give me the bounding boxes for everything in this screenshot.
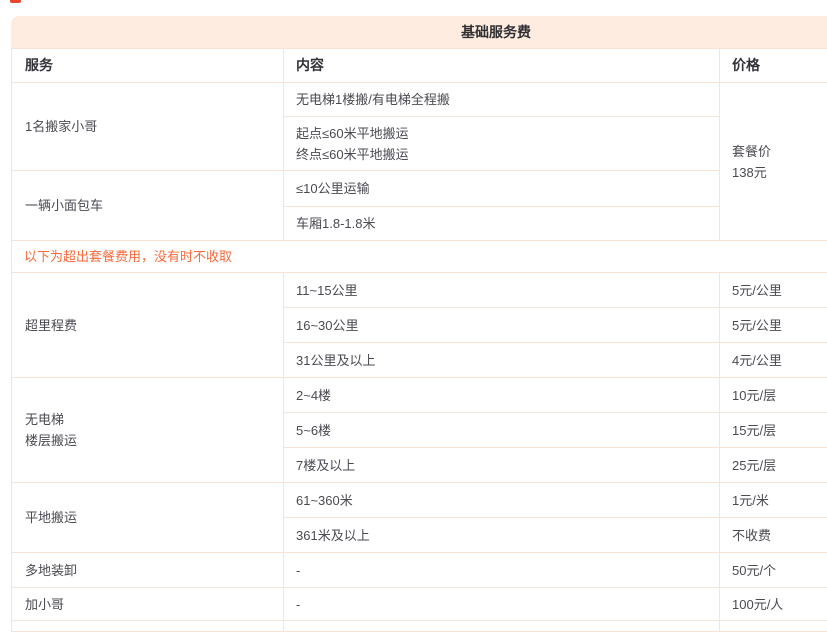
content-cell: 361米及以上	[284, 518, 720, 553]
content-cell: 31公里及以上	[284, 343, 720, 378]
table-row: 一辆小面包车 ≤10公里运输	[12, 171, 827, 207]
basic-service-fee-table: 基础服务费 服务 内容 价格 1名搬家小哥 无电梯1楼搬/有电梯全程搬 套餐价 …	[11, 16, 827, 632]
service-cell-extra-mover: 加小哥	[12, 588, 284, 621]
content-cell: -	[284, 588, 720, 621]
price-cell: 50元/个	[720, 553, 827, 588]
service-cell-extra-mileage: 超里程费	[12, 273, 284, 378]
content-cell: 车厢1.8-1.8米	[284, 207, 720, 241]
service-cell-van: 一辆小面包车	[12, 171, 284, 241]
table-row: 无电梯 楼层搬运 2~4楼 10元/层	[12, 378, 827, 413]
table-row: 加小哥 - 100元/人	[12, 588, 827, 621]
price-cell: 5元/公里	[720, 273, 827, 308]
content-cell: -	[284, 553, 720, 588]
table-row: 1名搬家小哥 无电梯1楼搬/有电梯全程搬 套餐价 138元	[12, 83, 827, 117]
content-cell: 2~4楼	[284, 378, 720, 413]
service-cell-multi-stop: 多地装卸	[12, 553, 284, 588]
service-cell-ground-carry: 平地搬运	[12, 483, 284, 553]
table-row: 超里程费 11~15公里 5元/公里	[12, 273, 827, 308]
column-header-row: 服务 内容 价格	[12, 49, 827, 83]
content-cell: 16~30公里	[284, 308, 720, 343]
empty-cell	[284, 621, 720, 632]
price-cell: 1元/米	[720, 483, 827, 518]
content-cell: 61~360米	[284, 483, 720, 518]
col-header-content: 内容	[284, 49, 720, 83]
cutoff-red-element	[10, 0, 21, 3]
price-cell: 4元/公里	[720, 343, 827, 378]
col-header-price: 价格	[720, 49, 827, 83]
table-row: 平地搬运 61~360米 1元/米	[12, 483, 827, 518]
service-cell-no-elevator: 无电梯 楼层搬运	[12, 378, 284, 483]
content-cell: 无电梯1楼搬/有电梯全程搬	[284, 83, 720, 117]
notice-row: 以下为超出套餐费用，没有时不收取	[12, 241, 827, 273]
col-header-service: 服务	[12, 49, 284, 83]
cutoff-row	[12, 621, 827, 632]
price-cell: 100元/人	[720, 588, 827, 621]
package-price-cell: 套餐价 138元	[720, 83, 827, 241]
content-cell: ≤10公里运输	[284, 171, 720, 207]
price-cell: 10元/层	[720, 378, 827, 413]
price-cell: 25元/层	[720, 448, 827, 483]
table-title: 基础服务费	[11, 16, 827, 48]
price-cell: 15元/层	[720, 413, 827, 448]
fee-table: 服务 内容 价格 1名搬家小哥 无电梯1楼搬/有电梯全程搬 套餐价 138元 起…	[11, 48, 827, 632]
service-cell-mover: 1名搬家小哥	[12, 83, 284, 171]
content-cell: 5~6楼	[284, 413, 720, 448]
content-cell: 7楼及以上	[284, 448, 720, 483]
content-cell: 起点≤60米平地搬运 终点≤60米平地搬运	[284, 117, 720, 171]
extra-fee-notice: 以下为超出套餐费用，没有时不收取	[12, 241, 827, 273]
price-cell: 不收费	[720, 518, 827, 553]
content-cell: 11~15公里	[284, 273, 720, 308]
page-viewport: 基础服务费 服务 内容 价格 1名搬家小哥 无电梯1楼搬/有电梯全程搬 套餐价 …	[0, 0, 827, 632]
price-cell: 5元/公里	[720, 308, 827, 343]
table-row: 多地装卸 - 50元/个	[12, 553, 827, 588]
empty-cell	[720, 621, 827, 632]
empty-cell	[12, 621, 284, 632]
